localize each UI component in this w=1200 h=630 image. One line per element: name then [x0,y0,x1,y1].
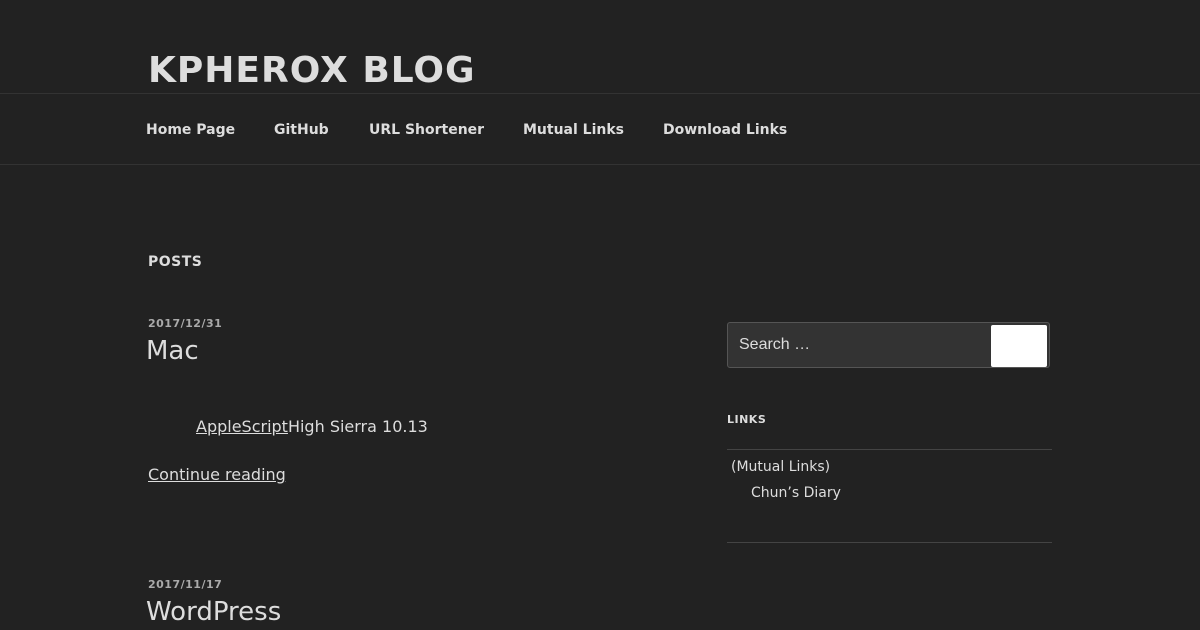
excerpt-text: High Sierra 10.13 [287,417,428,436]
search-button[interactable] [991,325,1047,367]
continue-reading-link[interactable]: Continue reading [148,465,286,485]
nav-item-home-page[interactable]: Home Page [146,121,235,139]
search-input[interactable] [728,323,990,367]
links-widget-title: LINKS [727,413,767,426]
main-navigation: Home Page GitHub URL Shortener Mutual Li… [0,93,1200,165]
nav-item-url-shortener[interactable]: URL Shortener [369,121,484,139]
post-date[interactable]: 2017/11/17 [148,578,222,591]
widget-divider [727,449,1052,450]
post-title[interactable]: Mac [146,336,199,366]
excerpt-link-applescript[interactable]: AppleScript [196,417,288,436]
section-heading-posts: POSTS [148,254,203,270]
search-form [727,322,1050,368]
post-excerpt: AppleScriptHigh Sierra 10.13 [196,417,428,437]
site-title[interactable]: KPHEROX BLOG [148,50,476,92]
site-header: KPHEROX BLOG [0,0,1200,94]
widget-divider [727,542,1052,543]
links-category: (Mutual Links) [731,459,831,475]
link-chuns-diary[interactable]: Chun’s Diary [751,485,841,501]
post-title[interactable]: WordPress [146,597,281,627]
nav-item-github[interactable]: GitHub [274,121,329,139]
nav-item-download-links[interactable]: Download Links [663,121,787,139]
nav-item-mutual-links[interactable]: Mutual Links [523,121,624,139]
post-date[interactable]: 2017/12/31 [148,317,222,330]
